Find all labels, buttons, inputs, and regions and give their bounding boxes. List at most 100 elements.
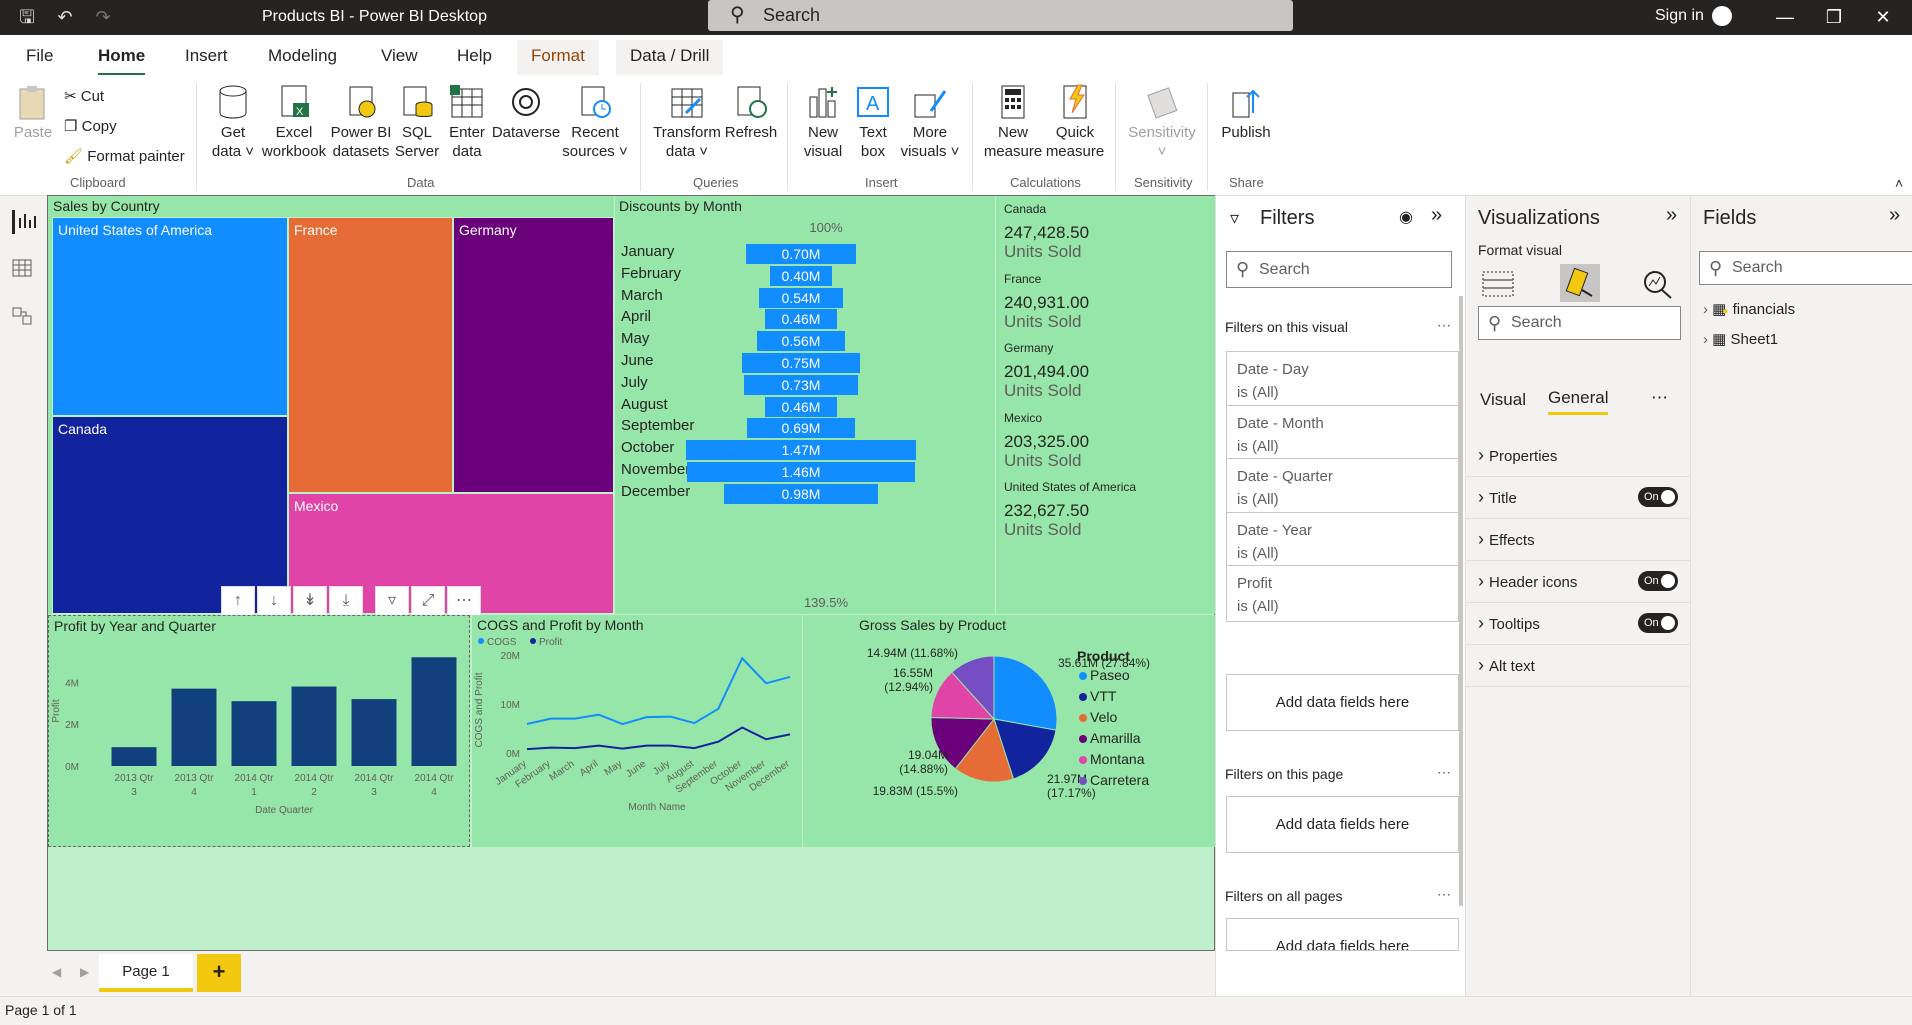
copy-button[interactable]: ❐ Copy [64,117,117,135]
tab-help[interactable]: Help [457,46,492,66]
format-card-properties[interactable]: › Properties [1478,440,1678,470]
add-fields-page[interactable]: Add data fields here [1226,796,1459,853]
tab-visual[interactable]: Visual [1480,390,1526,410]
avatar[interactable] [1712,6,1732,26]
tab-general[interactable]: General [1548,388,1609,415]
refresh-button[interactable]: Refresh [724,83,778,142]
filter-icon[interactable]: ▿ [375,586,409,616]
filter-card[interactable]: Date - Quarter is (All) [1226,458,1459,515]
format-visual-icon[interactable] [1560,264,1600,302]
redo-icon[interactable]: ↷ [92,6,114,28]
filter-card[interactable]: Date - Day is (All) [1226,351,1459,408]
format-card-title[interactable]: › Title On [1478,482,1678,512]
treemap-visual[interactable]: Sales by Country United States of Americ… [48,196,614,614]
fields-search-input[interactable]: ⚲ Search [1699,251,1912,285]
build-visual-icon[interactable] [1480,268,1516,300]
tab-data-drill[interactable]: Data / Drill [616,40,724,75]
funnel-bar[interactable]: 0.46M [765,309,837,330]
cut-button[interactable]: ✂ Cut [64,87,104,105]
funnel-bar[interactable]: 0.70M [746,244,856,264]
analytics-icon[interactable] [1640,268,1676,300]
funnel-bar[interactable]: 0.40M [769,265,833,286]
tab-view[interactable]: View [381,46,418,66]
filter-card[interactable]: Profit is (All) [1226,565,1459,622]
add-fields-all[interactable]: Add data fields here [1226,918,1459,951]
paste-button[interactable]: Paste [12,83,54,142]
funnel-bar[interactable]: 0.69M [747,418,855,439]
table-item-financials[interactable]: › ▦● financials [1703,300,1795,318]
pie-visual[interactable]: Gross Sales by Product 35.61M (27.84%) 21… [803,615,1216,847]
close-icon[interactable]: ✕ [1871,5,1895,29]
format-card-alt-text[interactable]: › Alt text [1478,650,1678,680]
transform-data-button[interactable]: Transform data ˅ [652,83,722,161]
funnel-bar[interactable]: 0.56M [757,331,845,352]
sql-server-button[interactable]: SQL Server [392,83,442,161]
tab-file[interactable]: File [26,46,53,66]
treemap-cell[interactable]: United States of America [52,217,288,416]
scrollbar[interactable] [1459,296,1463,906]
excel-workbook-button[interactable]: X Excel workbook [260,83,328,161]
filter-card[interactable]: Date - Year is (All) [1226,511,1459,569]
treemap-cell[interactable]: France [288,217,453,493]
funnel-visual[interactable]: Discounts by Month 100% January 0.70M Febr… [615,196,995,614]
publish-button[interactable]: Publish [1218,83,1274,142]
restore-icon[interactable]: ❐ [1822,5,1846,29]
drill-down-icon[interactable]: ↓ [257,586,291,616]
sensitivity-button[interactable]: Sensitivity ˅ [1126,83,1198,161]
report-canvas[interactable]: Sales by Country United States of Americ… [47,195,1216,951]
report-view-icon[interactable] [12,210,36,234]
more-icon[interactable]: ⋯ [1437,886,1451,903]
toggle-switch[interactable]: On [1638,571,1678,591]
enter-data-button[interactable]: Enter data [444,83,490,161]
minimize-icon[interactable]: — [1773,5,1797,29]
eye-icon[interactable]: ◉ [1399,207,1413,227]
treemap-cell[interactable]: Canada [52,416,288,614]
cogs-line-visual[interactable]: COGS and Profit by Month COGS Profit 0M 10M… [472,615,802,847]
more-icon[interactable]: ⋯ [1437,317,1451,334]
dataverse-button[interactable]: Dataverse [490,83,562,142]
funnel-bar[interactable]: 1.47M [686,440,916,461]
more-options-icon[interactable]: ⋯ [447,586,481,616]
format-card-header-icons[interactable]: › Header icons On [1478,566,1678,596]
sign-in-link[interactable]: Sign in [1655,7,1704,25]
prev-page-icon[interactable]: ◀ [52,965,61,979]
quick-measure-button[interactable]: Quick measure [1044,83,1106,161]
format-painter-button[interactable]: 🖌 Format painter [64,147,185,165]
funnel-bar[interactable]: 0.75M [742,353,860,373]
next-page-icon[interactable]: ▶ [80,965,89,979]
visualizations-search-input[interactable]: ⚲ Search [1478,306,1681,340]
more-visuals-button[interactable]: More visuals ˅ [896,83,964,161]
recent-sources-button[interactable]: Recent sources ˅ [562,83,628,161]
tab-home[interactable]: Home [98,46,146,76]
text-box-button[interactable]: A Text box [850,83,896,161]
collapse-filters-icon[interactable]: » [1431,204,1442,227]
filters-search-input[interactable]: ⚲ Search [1226,251,1452,288]
profit-bar-visual[interactable]: Profit by Year and Quarter 0M 2M 4M Profit 2… [48,615,470,847]
funnel-bar[interactable]: 1.46M [686,462,916,482]
focus-mode-icon[interactable]: ⤢ [411,586,445,616]
funnel-bar[interactable]: 0.54M [758,287,844,308]
more-icon[interactable]: ⋯ [1651,388,1668,408]
global-search[interactable]: ⚲ Search [708,0,1293,31]
toggle-switch[interactable]: On [1638,487,1678,507]
new-measure-button[interactable]: New measure [982,83,1044,161]
save-icon[interactable]: 🖫 [16,6,38,28]
collapse-fields-icon[interactable]: » [1889,204,1900,227]
page-tab[interactable]: Page 1 [99,954,193,992]
units-sold-cards[interactable]: Canada 247,428.50 Units Sold France 240,931.… [996,196,1216,614]
undo-icon[interactable]: ↶ [54,6,76,28]
tab-modeling[interactable]: Modeling [268,46,337,66]
tab-format[interactable]: Format [517,40,599,75]
funnel-bar[interactable]: 0.46M [765,396,837,417]
expand-next-level-icon[interactable]: ⤓ [329,586,363,616]
collapse-ribbon-icon[interactable]: ˄ [1895,175,1903,191]
add-page-button[interactable]: + [197,954,241,992]
collapse-visualizations-icon[interactable]: » [1666,204,1677,227]
tab-insert[interactable]: Insert [185,46,228,66]
model-view-icon[interactable] [12,306,36,330]
funnel-bar[interactable]: 0.73M [743,374,859,395]
more-icon[interactable]: ⋯ [1437,764,1451,781]
table-item-sheet1[interactable]: › ▦ Sheet1 [1703,330,1778,348]
funnel-bar[interactable]: 0.98M [724,483,878,504]
format-card-tooltips[interactable]: › Tooltips On [1478,608,1678,638]
